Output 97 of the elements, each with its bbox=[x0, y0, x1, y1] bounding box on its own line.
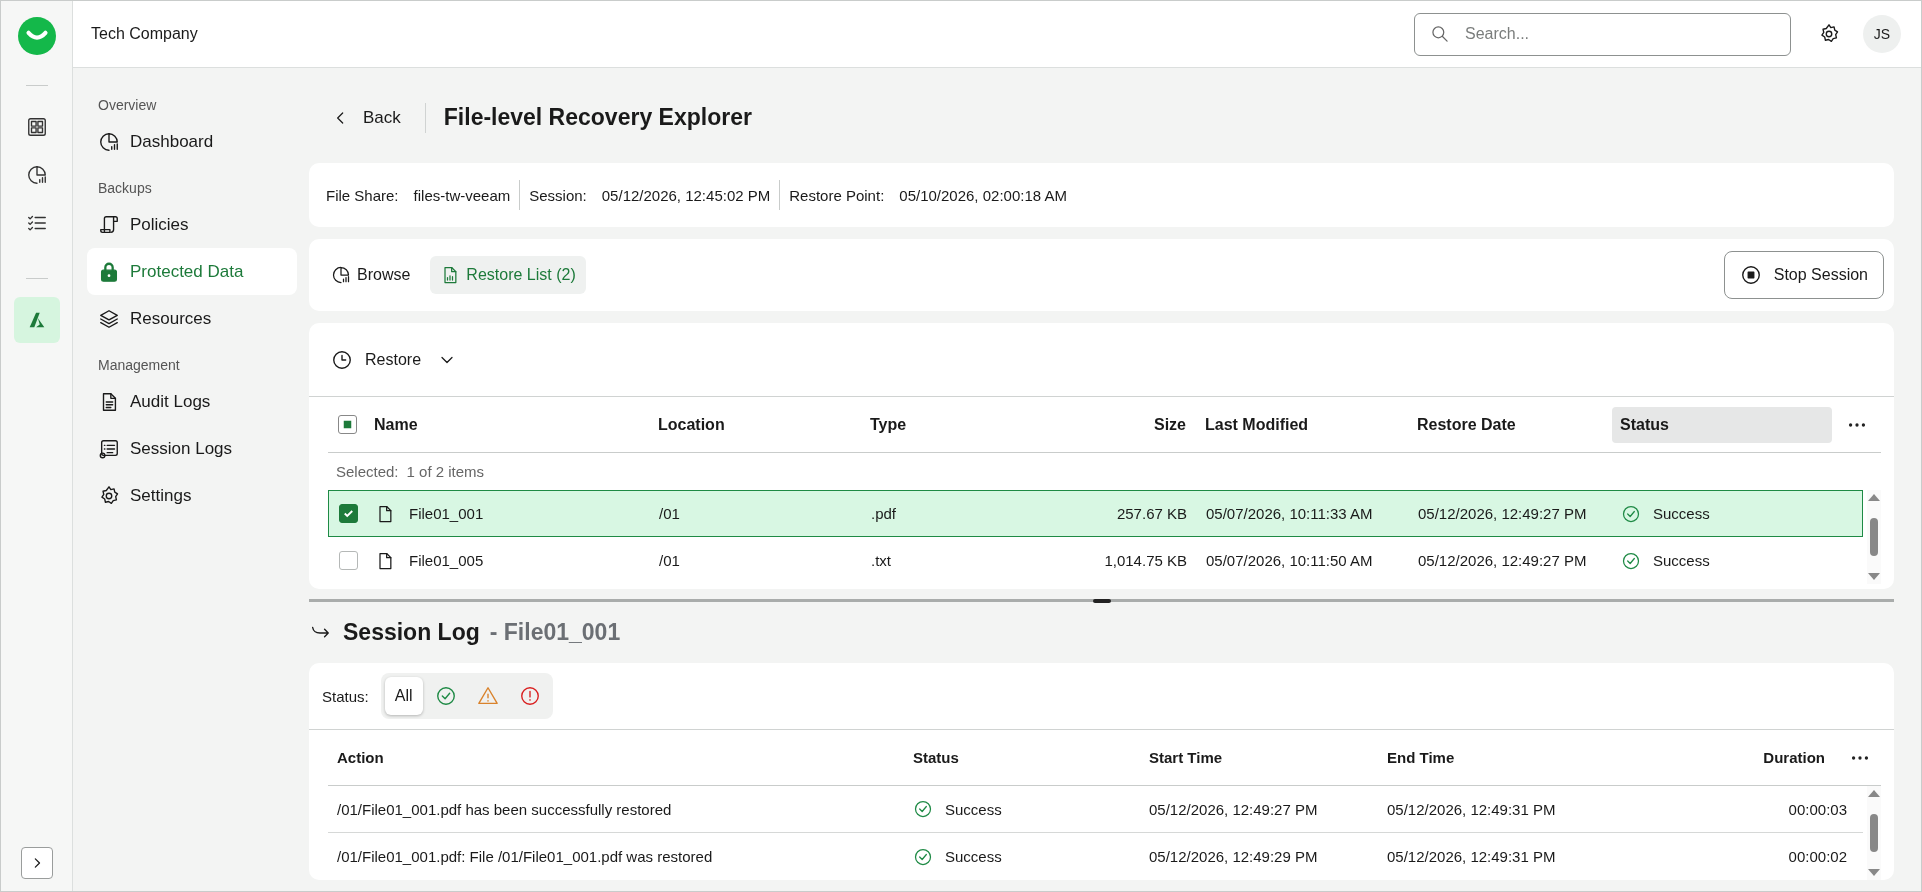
table-cell-text: /01 bbox=[659, 505, 681, 522]
info-value: 05/12/2026, 12:45:02 PM bbox=[601, 186, 771, 204]
column-header[interactable]: Size bbox=[1070, 415, 1205, 434]
stop-session-button[interactable]: Stop Session bbox=[1723, 251, 1884, 299]
status-text: Success bbox=[1653, 552, 1710, 569]
column-header[interactable]: Duration bbox=[1711, 749, 1841, 766]
table-cell-text: .pdf bbox=[871, 505, 898, 522]
back-button[interactable]: Back bbox=[331, 107, 401, 128]
table-cell-text: 05/12/2026, 12:49:27 PM bbox=[1418, 505, 1588, 522]
section-label: Management bbox=[97, 356, 181, 375]
column-header[interactable]: Location bbox=[658, 415, 870, 434]
table-row[interactable]: File01_005 /01 .txt 1,014.75 KB 05/07/2026, 10:11:50 AM 05/12/2026, 12:49:27 PM Success bbox=[328, 537, 1863, 584]
nav-item[interactable]: Audit Logs bbox=[87, 378, 297, 425]
check-circle-icon bbox=[913, 846, 933, 867]
table-cell-text: 05/12/2026, 12:49:27 PM bbox=[1148, 800, 1319, 818]
settings-icon[interactable] bbox=[98, 484, 120, 507]
nav-item[interactable]: Protected Data bbox=[87, 248, 297, 295]
table-cell-text: /01/File01_001.pdf has been successfully restored bbox=[336, 800, 673, 818]
section-label: Backups bbox=[97, 179, 153, 198]
row-checkbox[interactable] bbox=[339, 551, 358, 570]
layers-icon[interactable] bbox=[98, 307, 120, 330]
check-circle-icon bbox=[1621, 503, 1641, 524]
search-field[interactable]: Search... bbox=[1414, 12, 1791, 56]
check-circle-icon bbox=[1621, 550, 1641, 571]
info-value: 05/10/2026, 02:00:18 AM bbox=[899, 186, 1067, 204]
pie-chart-icon[interactable] bbox=[25, 164, 48, 186]
selection-count: 1 of 2 items bbox=[406, 463, 485, 480]
column-header[interactable]: Start Time bbox=[1140, 749, 1378, 766]
section-label: Overview bbox=[97, 96, 158, 115]
table-cell-text: 05/12/2026, 12:49:29 PM bbox=[1148, 848, 1319, 865]
column-header[interactable]: End Time bbox=[1378, 749, 1711, 766]
scroll-icon[interactable] bbox=[98, 213, 120, 236]
table-row[interactable]: File01_001 /01 .pdf 257.67 KB 05/07/2026, 10:11:33 AM 05/12/2026, 12:49:27 PM Success bbox=[328, 490, 1863, 537]
company-name: Tech Company bbox=[91, 25, 198, 43]
row-checkbox[interactable] bbox=[339, 504, 358, 523]
column-header[interactable]: Type bbox=[870, 415, 1070, 434]
column-header[interactable]: Restore Date bbox=[1417, 415, 1612, 434]
nav-item[interactable]: Resources bbox=[87, 295, 297, 342]
check-circle-icon bbox=[913, 799, 933, 819]
table-cell-text: 05/07/2026, 10:11:33 AM bbox=[1206, 505, 1374, 522]
table-cell-text: 05/07/2026, 10:11:50 AM bbox=[1206, 552, 1374, 569]
table-cell-text: 05/12/2026, 12:49:31 PM bbox=[1386, 800, 1557, 818]
tab[interactable]: Restore List (2) bbox=[430, 256, 586, 294]
page-title: File-level Recovery Explorer bbox=[443, 104, 752, 131]
error-icon[interactable] bbox=[518, 685, 541, 707]
table-cell-text: 00:00:03 bbox=[1787, 800, 1848, 818]
log-list-icon[interactable] bbox=[98, 437, 120, 460]
status-text: Success bbox=[945, 848, 1002, 865]
nav-item[interactable]: Policies bbox=[87, 201, 297, 248]
stop-circle-icon[interactable] bbox=[1739, 264, 1762, 286]
table-cell-text: 00:00:02 bbox=[1787, 848, 1848, 865]
table-cell-text: 05/12/2026, 12:49:27 PM bbox=[1418, 552, 1588, 569]
column-header[interactable]: Last Modified bbox=[1205, 415, 1417, 434]
section-title: Session Log bbox=[343, 619, 480, 646]
file-name: File01_001 bbox=[409, 505, 484, 522]
table-cell-text: /01/File01_001.pdf: File /01/File01_001.pdf was restored bbox=[336, 848, 714, 865]
table-cell-text: .txt bbox=[871, 552, 892, 569]
grid-icon[interactable] bbox=[25, 116, 48, 138]
lock-icon[interactable] bbox=[98, 260, 120, 283]
splitter-handle[interactable] bbox=[1092, 599, 1111, 603]
file-name: File01_005 bbox=[409, 552, 484, 569]
user-avatar[interactable]: JS bbox=[1863, 15, 1901, 53]
nav-item[interactable]: Dashboard bbox=[87, 118, 297, 165]
search-icon bbox=[1430, 23, 1450, 44]
nav-rail-button[interactable] bbox=[13, 297, 60, 343]
status-text: Success bbox=[945, 800, 1002, 818]
column-header[interactable]: Name bbox=[374, 415, 658, 434]
column-header[interactable]: Status bbox=[904, 749, 1140, 766]
pie-chart-icon[interactable] bbox=[98, 130, 120, 153]
scrollbar[interactable] bbox=[1867, 786, 1881, 880]
tab[interactable]: Browse bbox=[331, 256, 421, 294]
select-all-checkbox[interactable] bbox=[338, 415, 357, 434]
column-header[interactable]: Status bbox=[1612, 406, 1832, 443]
filter-all-button[interactable]: All bbox=[384, 677, 423, 715]
warning-icon[interactable] bbox=[476, 685, 499, 707]
column-header[interactable]: Action bbox=[328, 749, 904, 766]
table-cell-text: 05/12/2026, 12:49:31 PM bbox=[1386, 848, 1557, 865]
info-label: Restore Point: bbox=[789, 186, 885, 204]
settings-icon[interactable] bbox=[1818, 23, 1840, 45]
table-cell-text: /01 bbox=[659, 552, 681, 569]
info-label: File Share: bbox=[326, 186, 399, 204]
nav-item[interactable]: Settings bbox=[87, 472, 297, 519]
nav-item[interactable]: Session Logs bbox=[87, 425, 297, 472]
logo-icon bbox=[17, 17, 56, 55]
table-cell-text: 257.67 KB bbox=[1115, 505, 1188, 522]
table-cell-text: 1,014.75 KB bbox=[1103, 552, 1188, 569]
scrollbar[interactable] bbox=[1867, 490, 1881, 584]
info-label: Session: bbox=[529, 186, 587, 204]
clock-icon[interactable] bbox=[331, 348, 353, 371]
check-circle-icon[interactable] bbox=[434, 685, 457, 707]
status-text: Success bbox=[1653, 505, 1710, 522]
info-value: files-tw-veeam bbox=[413, 186, 511, 204]
selection-label: Selected: bbox=[336, 463, 399, 480]
pie-chart-icon[interactable] bbox=[331, 265, 351, 285]
section-subtitle: - File01_001 bbox=[489, 619, 621, 646]
filter-label: Status: bbox=[322, 687, 369, 705]
restore-dropdown[interactable]: Restore bbox=[331, 348, 458, 371]
